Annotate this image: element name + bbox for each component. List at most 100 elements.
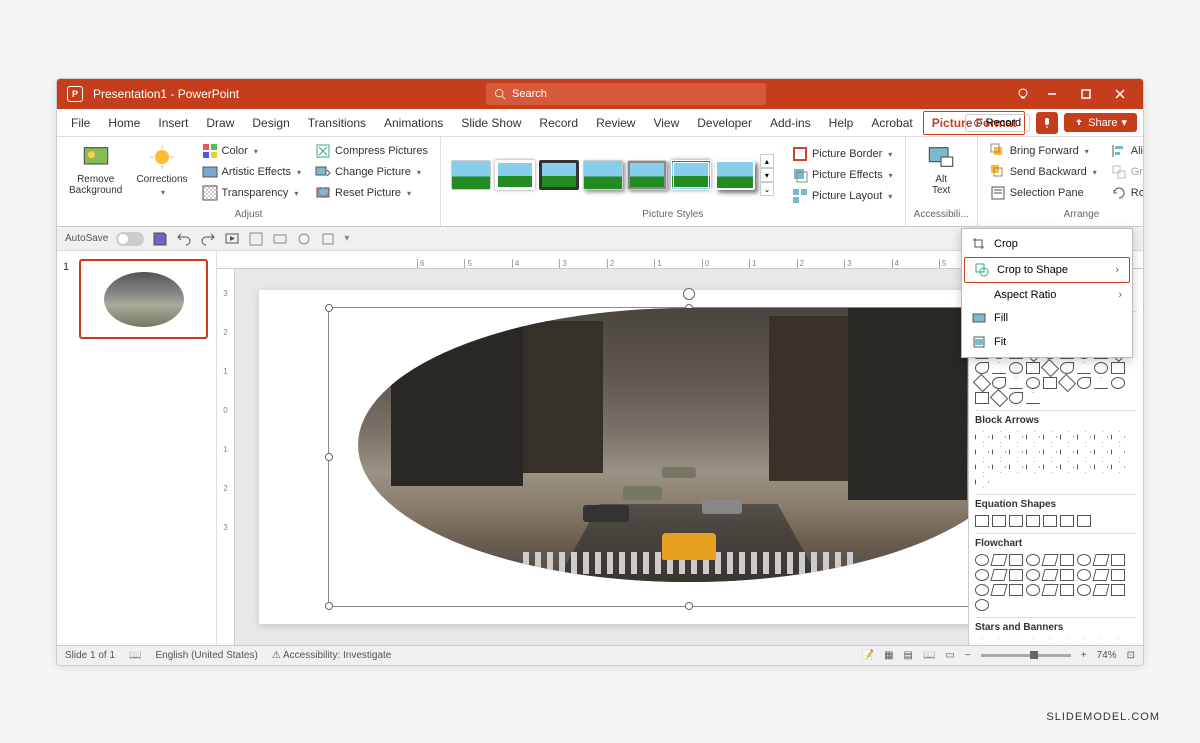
shape-option[interactable] <box>1041 359 1059 377</box>
zoom-slider[interactable] <box>981 654 1071 657</box>
shape-option[interactable] <box>1009 584 1023 596</box>
align-button[interactable]: Align▾ <box>1107 141 1144 161</box>
shape-option[interactable] <box>1009 461 1023 473</box>
language-indicator[interactable]: English (United States) <box>156 650 258 661</box>
shape-option[interactable] <box>1094 638 1108 645</box>
crop-menu-crop[interactable]: Crop <box>962 232 1132 256</box>
style-gallery[interactable]: ▴▾⌄ <box>449 154 774 196</box>
color-button[interactable]: Color▾ <box>198 141 306 161</box>
gallery-down-button[interactable]: ▾ <box>760 168 774 182</box>
save-icon[interactable] <box>152 231 168 247</box>
tab-add-ins[interactable]: Add-ins <box>762 112 819 134</box>
shape-option[interactable] <box>1077 584 1091 596</box>
shape-option[interactable] <box>1026 446 1040 458</box>
shape-option[interactable] <box>1111 569 1125 581</box>
shape-option[interactable] <box>1043 461 1057 473</box>
minimize-button[interactable] <box>1037 79 1067 109</box>
shape-option[interactable] <box>1111 362 1125 374</box>
spell-check-icon[interactable]: 📖 <box>129 650 141 661</box>
share-button[interactable]: Share▾ <box>1064 113 1137 132</box>
shape-option[interactable] <box>1060 584 1074 596</box>
shape-option[interactable] <box>1026 431 1040 443</box>
tab-animations[interactable]: Animations <box>376 112 451 134</box>
shape-option[interactable] <box>1060 569 1074 581</box>
shape-option[interactable] <box>1111 638 1125 645</box>
resize-handle[interactable] <box>325 453 333 461</box>
shape-option[interactable] <box>1058 374 1076 392</box>
shape-option[interactable] <box>1060 461 1074 473</box>
tab-transitions[interactable]: Transitions <box>300 112 374 134</box>
fit-button[interactable]: ⊡ <box>1127 650 1135 661</box>
selection-box[interactable] <box>328 307 1051 608</box>
shape-option[interactable] <box>992 362 1006 374</box>
shape-option[interactable] <box>973 374 991 392</box>
shape-option[interactable] <box>1026 461 1040 473</box>
shape-option[interactable] <box>990 569 1007 581</box>
shape-option[interactable] <box>1043 446 1057 458</box>
resize-handle[interactable] <box>325 304 333 312</box>
record-button[interactable]: Record <box>965 114 1030 132</box>
shape-option[interactable] <box>1092 554 1109 566</box>
shape-option[interactable] <box>1026 584 1040 596</box>
shape-option[interactable] <box>1092 584 1109 596</box>
corrections-button[interactable]: Corrections▾ <box>132 141 191 199</box>
shape-option[interactable] <box>1026 569 1040 581</box>
zoom-level[interactable]: 74% <box>1097 650 1117 661</box>
shape-option[interactable] <box>1060 554 1074 566</box>
shape-option[interactable] <box>1026 392 1040 404</box>
shape-option[interactable] <box>1009 446 1023 458</box>
shape-option[interactable] <box>1041 554 1058 566</box>
accessibility-indicator[interactable]: ⚠ Accessibility: Investigate <box>272 650 392 661</box>
style-thumb[interactable] <box>583 160 623 190</box>
shape-option[interactable] <box>1043 638 1057 645</box>
crop-menu-aspect[interactable]: Aspect Ratio› <box>962 284 1132 306</box>
shape-option[interactable] <box>1077 362 1091 374</box>
shape-option[interactable] <box>975 446 989 458</box>
style-thumb[interactable] <box>495 160 535 190</box>
style-thumb[interactable] <box>451 160 491 190</box>
autosave-toggle[interactable] <box>116 232 144 246</box>
shape-option[interactable] <box>992 638 1006 645</box>
selection-pane-button[interactable]: Selection Pane <box>986 183 1101 203</box>
shape-option[interactable] <box>1077 377 1091 389</box>
shape-option[interactable] <box>975 392 989 404</box>
shape-option[interactable] <box>1094 377 1108 389</box>
slide-thumbnail[interactable] <box>79 259 208 339</box>
shape-option[interactable] <box>1009 431 1023 443</box>
crop-menu-crop-to-shape[interactable]: Crop to Shape› <box>964 257 1130 283</box>
shape-option[interactable] <box>1009 554 1023 566</box>
tab-view[interactable]: View <box>645 112 687 134</box>
shape-option[interactable] <box>1060 515 1074 527</box>
shape-option[interactable] <box>1043 377 1057 389</box>
shape-option[interactable] <box>1111 461 1125 473</box>
shape-option[interactable] <box>1060 446 1074 458</box>
tab-file[interactable]: File <box>63 112 98 134</box>
shape-option[interactable] <box>1077 638 1091 645</box>
shape-option[interactable] <box>1026 515 1040 527</box>
qat-icon[interactable] <box>248 231 264 247</box>
lightbulb-icon[interactable] <box>1013 84 1033 104</box>
shape-option[interactable] <box>1111 431 1125 443</box>
shape-option[interactable] <box>990 554 1007 566</box>
artistic-effects-button[interactable]: Artistic Effects▾ <box>198 162 306 182</box>
slideshow-view-button[interactable]: ▭ <box>945 650 954 661</box>
search-box[interactable]: Search <box>486 83 766 105</box>
shape-option[interactable] <box>975 554 989 566</box>
shape-option[interactable] <box>992 377 1006 389</box>
shape-option[interactable] <box>1094 446 1108 458</box>
tab-insert[interactable]: Insert <box>150 112 196 134</box>
shape-option[interactable] <box>1026 377 1040 389</box>
shape-option[interactable] <box>1094 461 1108 473</box>
tab-slide-show[interactable]: Slide Show <box>453 112 529 134</box>
shape-option[interactable] <box>975 599 989 611</box>
picture-effects-button[interactable]: Picture Effects▾ <box>788 165 897 185</box>
reset-picture-button[interactable]: Reset Picture▾ <box>311 183 432 203</box>
shape-option[interactable] <box>1009 392 1023 404</box>
shape-option[interactable] <box>1060 638 1074 645</box>
shape-option[interactable] <box>975 584 989 596</box>
style-thumb[interactable] <box>715 160 755 190</box>
style-thumb[interactable] <box>671 160 711 190</box>
remove-background-button[interactable]: Remove Background <box>65 141 126 198</box>
shape-option[interactable] <box>1077 446 1091 458</box>
undo-icon[interactable] <box>176 231 192 247</box>
